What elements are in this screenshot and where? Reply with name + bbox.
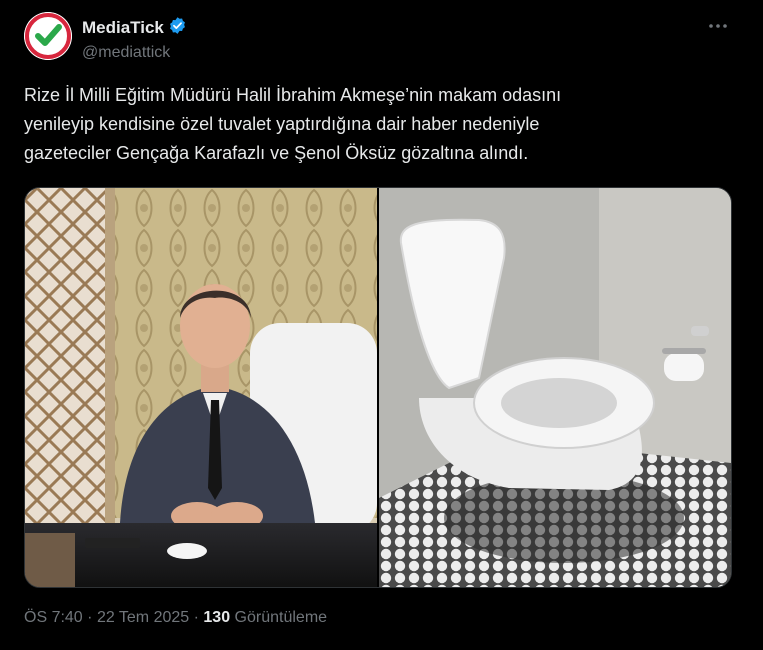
author-block: MediaTick @mediattick (82, 16, 187, 62)
tweet-time[interactable]: ÖS 7:40 (24, 609, 83, 626)
views-count: 130 (203, 609, 231, 626)
tweet-meta: ÖS 7:40 · 22 Tem 2025 · 130 Görüntüleme (24, 609, 327, 627)
tweet-text: Rize İl Milli Eğitim Müdürü Halil İbrahi… (24, 85, 562, 163)
photo-man-at-desk[interactable] (25, 188, 377, 587)
mediatick-logo (24, 12, 72, 60)
tweet: MediaTick @mediattick Rize İl Milli Eğit… (0, 0, 763, 650)
verified-badge-icon (168, 16, 187, 40)
media-grid (24, 187, 732, 588)
views-label: Görüntüleme (234, 609, 328, 626)
author-handle[interactable]: @mediattick (82, 44, 187, 62)
photo-wall-hung-toilet[interactable] (379, 188, 731, 587)
avatar[interactable] (24, 12, 72, 60)
author-name[interactable]: MediaTick (82, 18, 164, 38)
meta-separator: · (193, 609, 199, 626)
more-horizontal-icon[interactable] (706, 14, 730, 38)
tweet-date[interactable]: 22 Tem 2025 (97, 609, 189, 626)
meta-separator: · (87, 609, 93, 626)
